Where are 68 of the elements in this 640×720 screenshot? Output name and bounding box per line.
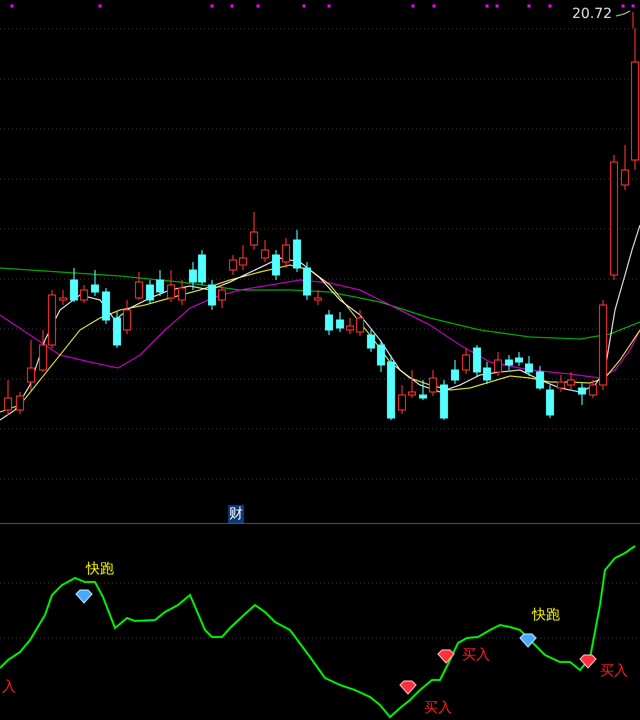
buy-signal-label: 买入: [462, 646, 490, 664]
buy-signal-label: 买入: [424, 699, 452, 717]
candlestick: [261, 240, 269, 262]
candlestick: [303, 262, 311, 300]
candlestick: [167, 270, 175, 302]
candlestick: [473, 344, 481, 376]
candlestick: [451, 360, 459, 384]
candlestick: [408, 370, 416, 398]
candlestick: [325, 310, 333, 336]
candlestick: [494, 352, 502, 376]
candlestick: [557, 374, 565, 392]
buy-signal-label: 入: [2, 678, 16, 696]
sell-signal-label: 快跑: [532, 606, 560, 624]
candlestick: [578, 382, 586, 406]
diamond-icon: [437, 650, 455, 664]
candlestick: [589, 380, 597, 398]
candlestick: [4, 380, 12, 416]
candlestick: [250, 212, 258, 250]
candlestick: [59, 290, 67, 306]
candlestick: [113, 312, 121, 348]
candlestick: [536, 366, 544, 390]
candlestick: [156, 270, 164, 296]
finance-marker[interactable]: 财: [228, 505, 244, 523]
candlestick: [282, 238, 290, 268]
candlestick: [483, 362, 491, 384]
sell-signal-label: 快跑: [86, 560, 114, 578]
candlestick: [440, 380, 448, 420]
diamond-icon: [75, 590, 93, 604]
candlestick: [525, 356, 533, 376]
buy-signal-label: 买入: [600, 662, 628, 680]
candlestick: [377, 340, 385, 372]
candlestick: [356, 310, 364, 336]
candlestick: [102, 288, 110, 324]
candlestick: [80, 284, 88, 304]
candlestick: [419, 380, 427, 400]
candlestick: [16, 392, 24, 414]
candlestick: [272, 250, 280, 280]
candlestick: [218, 284, 226, 308]
candlestick: [621, 144, 629, 190]
candlestick: [429, 370, 437, 396]
candlestick: [367, 330, 375, 352]
candlestick: [398, 384, 406, 414]
diamond-icon: [399, 680, 417, 695]
candlestick: [346, 318, 354, 334]
candlestick: [70, 268, 78, 302]
diamond-icon: [579, 654, 597, 669]
candlestick: [91, 270, 99, 296]
candlestick: [314, 290, 322, 306]
candlestick: [123, 300, 131, 334]
candlestick: [178, 280, 186, 306]
candlestick: [229, 254, 237, 276]
candlestick: [336, 312, 344, 332]
candlestick: [239, 244, 247, 270]
price-label: 20.72: [572, 6, 612, 24]
candlestick: [208, 280, 216, 310]
candlestick: [27, 340, 35, 390]
candlestick: [387, 354, 395, 420]
candlestick: [293, 230, 301, 272]
candlestick: [567, 372, 575, 390]
candlestick: [505, 354, 513, 370]
candlestick: [135, 272, 143, 300]
candlestick: [546, 384, 554, 418]
candlestick: [515, 352, 523, 366]
leader-line: [616, 10, 631, 16]
diamond-icon: [519, 634, 537, 648]
candle-wick: [632, 12, 634, 28]
candlestick: [462, 348, 470, 374]
candlestick: [146, 280, 154, 304]
